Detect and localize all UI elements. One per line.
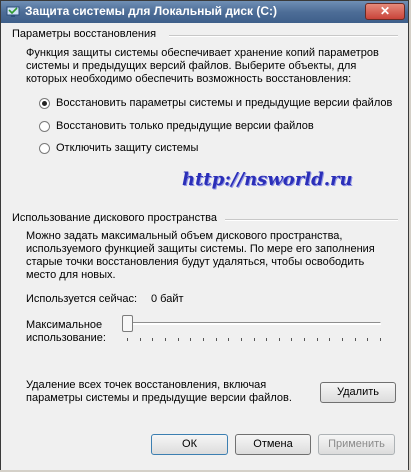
radio-button-restore-files-only[interactable] bbox=[39, 120, 50, 132]
slider-tick bbox=[216, 338, 217, 341]
current-usage-value: 0 байт bbox=[151, 293, 184, 305]
slider-tick bbox=[178, 338, 179, 341]
radio-label-restore-files-only: Восстановить только предыдущие версии фа… bbox=[56, 120, 314, 133]
title-bar[interactable]: Защита системы для Локальный диск (C:) ✕ bbox=[1, 1, 408, 23]
close-button[interactable]: ✕ bbox=[365, 3, 405, 20]
apply-button[interactable]: Применить bbox=[318, 434, 395, 455]
slider-tick bbox=[329, 338, 330, 341]
radio-label-disable-protection: Отключить защиту системы bbox=[56, 142, 199, 155]
radio-button-disable-protection[interactable] bbox=[39, 142, 50, 154]
slider-tick bbox=[127, 338, 128, 341]
slider-tick bbox=[190, 338, 191, 341]
restore-group-title: Параметры восстановления bbox=[12, 28, 157, 40]
delete-button[interactable]: Удалить bbox=[320, 382, 396, 403]
close-icon: ✕ bbox=[379, 4, 391, 18]
radio-button-restore-all[interactable] bbox=[39, 97, 50, 109]
radio-restore-all[interactable]: Восстановить параметры системы и предыду… bbox=[39, 97, 392, 111]
slider-tick bbox=[367, 338, 368, 341]
radio-label-restore-all: Восстановить параметры системы и предыду… bbox=[56, 97, 393, 110]
max-usage-label-line1: Максимальное bbox=[26, 319, 103, 331]
watermark-text: http://nsworld.ru bbox=[182, 169, 353, 190]
slider-tick bbox=[241, 338, 242, 341]
delete-description-line2: параметры системы и предыдущие версии фа… bbox=[26, 392, 292, 404]
restore-description: Функция защиты системы обеспечивает хран… bbox=[26, 47, 379, 85]
ok-button[interactable]: ОК bbox=[151, 434, 228, 455]
disk-usage-description: Можно задать максимальный объем дисковог… bbox=[26, 230, 375, 281]
cancel-button[interactable]: Отмена bbox=[235, 434, 311, 455]
radio-disable-protection[interactable]: Отключить защиту системы bbox=[39, 142, 198, 156]
restore-group-divider bbox=[169, 35, 398, 37]
slider-tick bbox=[342, 338, 343, 341]
slider-tick bbox=[355, 338, 356, 341]
max-usage-label-line2: использование: bbox=[26, 332, 106, 344]
slider-tick bbox=[254, 338, 255, 341]
dialog-body: Параметры восстановления Функция защиты … bbox=[1, 23, 408, 470]
slider-tick bbox=[228, 338, 229, 341]
slider-tick bbox=[140, 338, 141, 341]
slider-tick bbox=[380, 338, 381, 341]
slider-tick bbox=[317, 338, 318, 341]
disk-usage-group-divider bbox=[225, 219, 398, 221]
slider-tick bbox=[266, 338, 267, 341]
max-usage-slider-track[interactable] bbox=[125, 322, 381, 325]
slider-tick bbox=[152, 338, 153, 341]
radio-restore-files-only[interactable]: Восстановить только предыдущие версии фа… bbox=[39, 120, 314, 134]
slider-tick bbox=[279, 338, 280, 341]
max-usage-slider-ticks bbox=[127, 338, 381, 342]
delete-description-line1: Удаление всех точек восстановления, вклю… bbox=[26, 379, 267, 391]
slider-tick bbox=[165, 338, 166, 341]
slider-tick bbox=[291, 338, 292, 341]
max-usage-slider-thumb[interactable] bbox=[122, 315, 133, 332]
window-title: Защита системы для Локальный диск (C:) bbox=[25, 4, 278, 18]
slider-tick bbox=[304, 338, 305, 341]
current-usage-label: Используется сейчас: bbox=[26, 293, 138, 305]
slider-tick bbox=[203, 338, 204, 341]
disk-usage-group-title: Использование дискового пространства bbox=[12, 212, 217, 224]
system-protection-dialog: Защита системы для Локальный диск (C:) ✕… bbox=[0, 0, 409, 470]
system-protection-icon bbox=[6, 6, 20, 17]
